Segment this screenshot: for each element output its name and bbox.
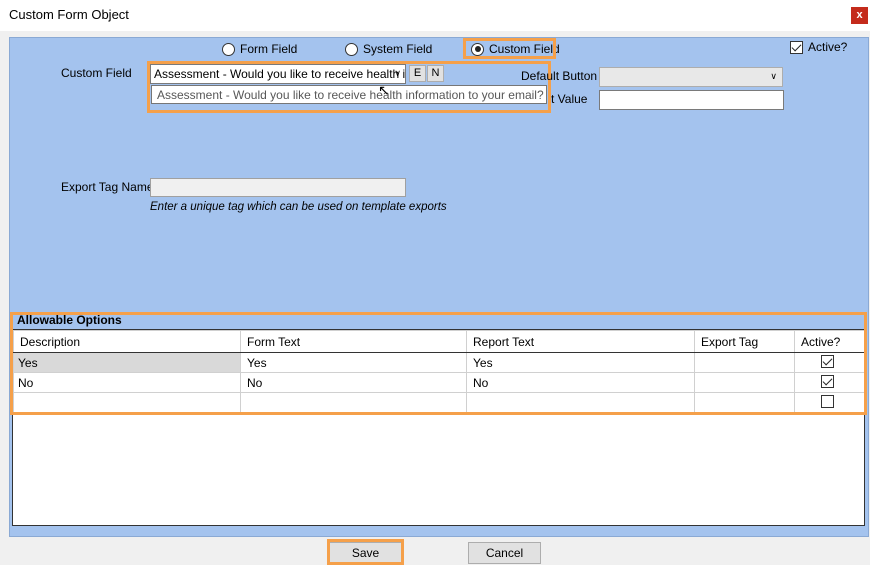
default-button-select[interactable]: ∨ xyxy=(599,67,783,87)
radio-form-field[interactable]: Form Field xyxy=(222,41,297,57)
checkbox-checked-icon xyxy=(790,40,803,54)
radio-form-field-label: Form Field xyxy=(240,42,298,56)
radio-circle-icon xyxy=(345,42,358,56)
default-value-input[interactable] xyxy=(599,90,784,110)
custom-field-label: Custom Field xyxy=(61,66,132,80)
mouse-cursor-icon: ↖ xyxy=(378,82,390,98)
title-bar: Custom Form Object x xyxy=(0,0,870,31)
chevron-down-icon: ∨ xyxy=(770,71,777,81)
export-tag-label: Export Tag Name xyxy=(61,180,154,194)
active-checkbox[interactable]: Active? xyxy=(790,40,847,54)
active-label: Active? xyxy=(808,40,848,54)
highlight-custom-field-select xyxy=(147,61,551,113)
highlight-custom-field xyxy=(463,38,556,59)
radio-system-field[interactable]: System Field xyxy=(345,41,432,57)
default-value-label: t Value xyxy=(551,92,588,106)
export-tag-hint: Enter a unique tag which can be used on … xyxy=(150,201,447,213)
cancel-button[interactable]: Cancel xyxy=(468,542,541,564)
highlight-allowable-options xyxy=(10,312,867,415)
radio-circle-icon xyxy=(222,42,235,56)
export-tag-input[interactable] xyxy=(150,178,406,197)
radio-system-field-label: System Field xyxy=(363,42,433,56)
default-button-label: Default Button xyxy=(521,69,598,83)
window-title: Custom Form Object xyxy=(9,7,129,22)
close-button[interactable]: x xyxy=(851,7,868,24)
highlight-save-button xyxy=(327,539,404,565)
